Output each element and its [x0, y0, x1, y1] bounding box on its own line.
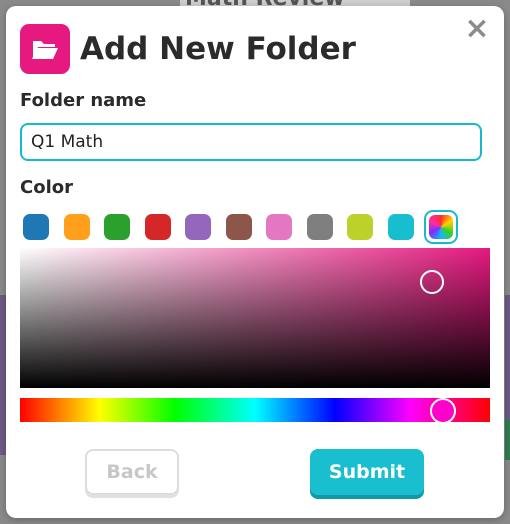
color-swatches: [23, 210, 458, 244]
hue-slider-handle[interactable]: [430, 398, 456, 424]
back-button[interactable]: Back: [85, 449, 179, 495]
swatch-pink[interactable]: [266, 214, 292, 240]
swatch-green[interactable]: [104, 214, 130, 240]
swatch-red[interactable]: [144, 214, 171, 240]
folder-name-input[interactable]: [20, 123, 482, 161]
custom-color-swatch[interactable]: [424, 210, 458, 244]
hue-slider[interactable]: [20, 398, 490, 422]
rainbow-icon: [429, 215, 453, 239]
swatch-orange[interactable]: [63, 214, 90, 240]
saturation-value-handle[interactable]: [420, 270, 444, 294]
swatch-brown[interactable]: [225, 214, 252, 240]
dialog-title: Add New Folder: [80, 31, 356, 67]
background-card-green: [505, 420, 510, 460]
dialog-header: Add New Folder: [20, 24, 356, 74]
submit-button[interactable]: Submit: [310, 449, 424, 495]
swatch-blue[interactable]: [23, 214, 49, 240]
folder-open-icon: [20, 24, 70, 74]
swatch-gray[interactable]: [306, 214, 333, 240]
folder-name-label: Folder name: [20, 90, 147, 111]
add-folder-dialog: × Add New Folder Folder name Color Back …: [6, 6, 504, 518]
saturation-value-picker[interactable]: [20, 248, 490, 388]
close-button[interactable]: ×: [464, 14, 490, 44]
color-label: Color: [20, 177, 73, 198]
swatch-cyan[interactable]: [387, 214, 414, 240]
swatch-lime[interactable]: [347, 214, 373, 240]
swatch-purple[interactable]: [185, 214, 211, 240]
